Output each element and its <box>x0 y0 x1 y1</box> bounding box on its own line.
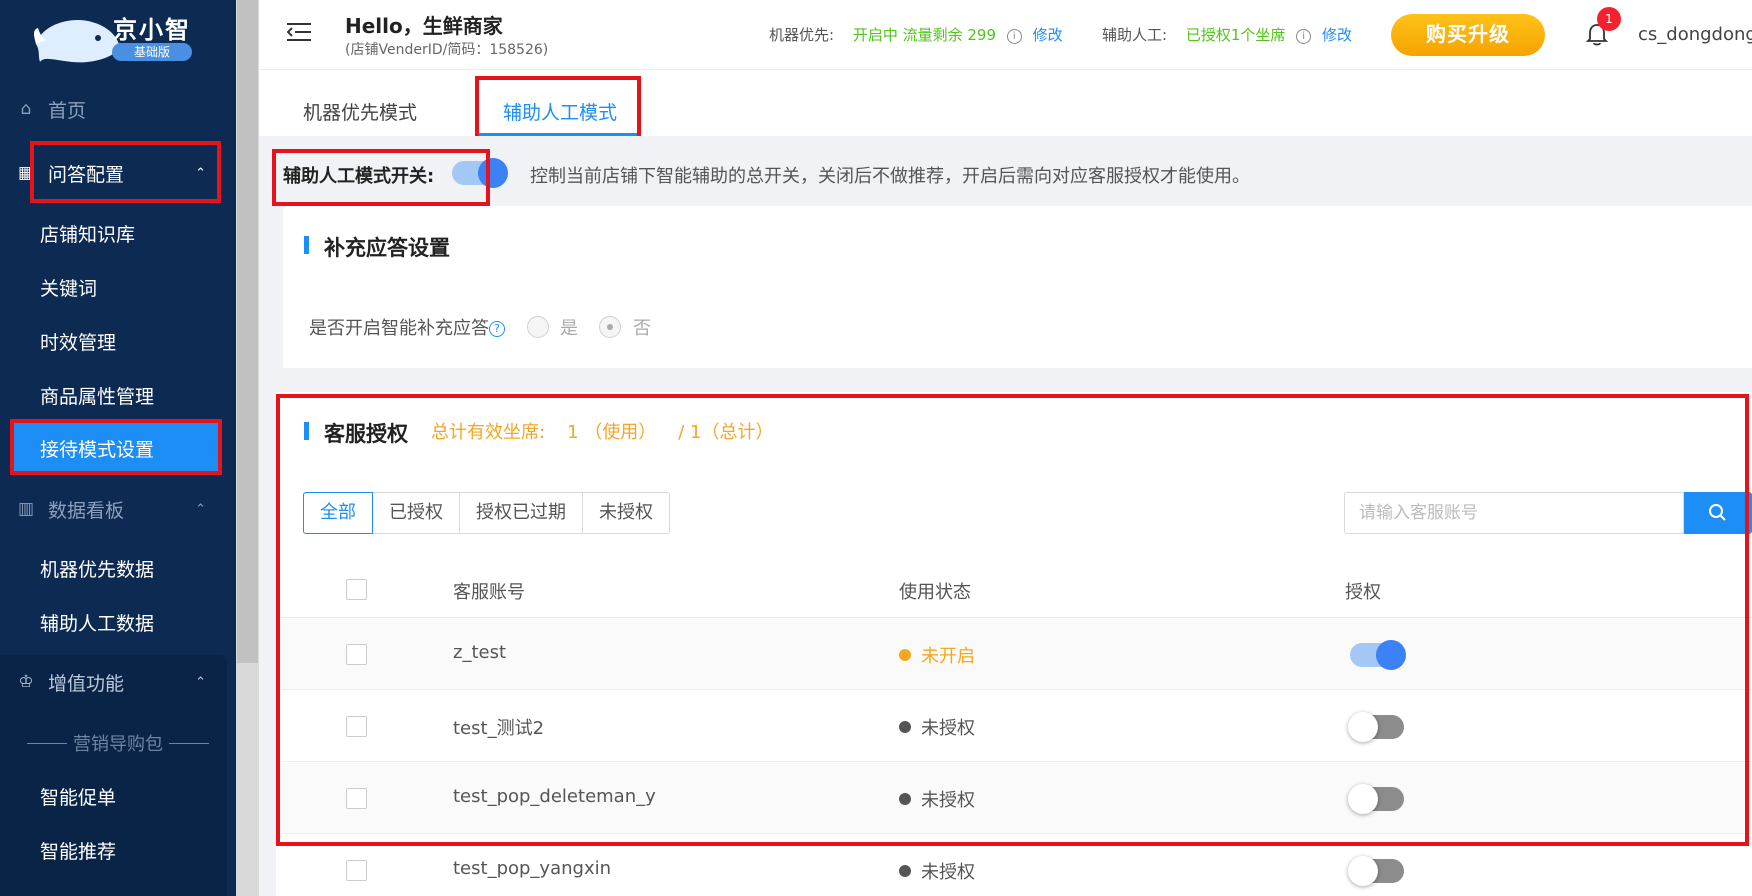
buy-upgrade-button[interactable]: 购买升级 <box>1391 14 1545 56</box>
supplement-section-title: 补充应答设置 <box>304 232 450 262</box>
home-icon: ⌂ <box>20 99 32 119</box>
highlight-box-switch <box>272 149 490 206</box>
sidebar-item-smart-promo[interactable]: 智能促单 <box>0 769 236 823</box>
row-checkbox[interactable] <box>346 860 367 881</box>
highlight-box-reception-mode <box>10 419 222 475</box>
usage-status: 未授权 <box>899 858 975 884</box>
nav-dashboard-label: 数据看板 <box>48 499 125 522</box>
filter-all[interactable]: 全部 <box>303 492 373 534</box>
mode-tabs: 机器优先模式 辅助人工模式 <box>259 70 1752 142</box>
info-icon[interactable]: i <box>1006 29 1022 44</box>
usage-status-text: 未授权 <box>921 862 975 883</box>
authorization-card: 客服授权 总计有效坐席: 1 （使用）/ 1（总计） 全部 已授权 授权已过期 未… <box>276 392 1752 896</box>
help-icon[interactable]: ? <box>489 321 505 337</box>
assist-edit-link[interactable]: 修改 <box>1322 26 1352 44</box>
nav-value-added-label: 增值功能 <box>48 672 125 695</box>
app-logo[interactable]: 京小智 基础版 <box>0 0 236 82</box>
marketing-group-title: 营销导购包 <box>0 730 236 756</box>
machine-priority-status: 机器优先: 开启中 流量剩余 299 i 修改 <box>769 24 1063 45</box>
brand-name: 京小智 <box>113 16 191 44</box>
sidebar-item-label: 商品属性管理 <box>40 385 155 408</box>
sidebar-scrollbar[interactable] <box>236 0 259 896</box>
sidebar-item-label: 关键词 <box>40 277 98 300</box>
sidebar-item-label: 时效管理 <box>40 331 117 354</box>
assist-label: 辅助人工: <box>1102 26 1168 44</box>
nav-home-label: 首页 <box>48 99 87 122</box>
menu-collapse-icon[interactable] <box>287 22 311 42</box>
greeting-title: Hello，生鲜商家 <box>345 14 503 38</box>
assist-status: 辅助人工: 已授权1个坐席 i 修改 <box>1102 24 1352 45</box>
bar-chart-icon: ▥ <box>17 499 35 519</box>
vender-info: (店铺VenderID/简码：158526) <box>345 42 549 58</box>
authorize-toggle[interactable] <box>1348 856 1404 886</box>
sidebar-item-keywords[interactable]: 关键词 <box>0 260 236 314</box>
assist-mode-switch-row: 辅助人工模式开关: 控制当前店铺下智能辅助的总开关，关闭后不做推荐，开启后需向对… <box>259 136 1752 206</box>
radio-yes[interactable] <box>527 316 549 338</box>
account-name: test_pop_yangxin <box>453 858 612 879</box>
chevron-up-icon: ⌃ <box>195 674 206 690</box>
nav-home[interactable]: ⌂ 首页 <box>0 82 236 136</box>
radio-no-label: 否 <box>633 318 651 339</box>
supplement-question-text: 是否开启智能补充应答 <box>309 318 489 339</box>
user-name[interactable]: cs_dongdong <box>1638 24 1752 45</box>
radio-no[interactable] <box>599 316 621 338</box>
sidebar-item-label: 辅助人工数据 <box>40 612 155 635</box>
machine-edit-link[interactable]: 修改 <box>1033 26 1063 44</box>
tab-machine-priority[interactable]: 机器优先模式 <box>303 98 417 125</box>
chevron-up-icon: ⌃ <box>195 501 206 517</box>
supplement-settings-card: 补充应答设置 是否开启智能补充应答? 是 否 <box>283 206 1752 368</box>
sidebar-item-knowledge-base[interactable]: 店铺知识库 <box>0 206 236 260</box>
toggle-knob <box>1348 856 1378 886</box>
sidebar-item-machine-data[interactable]: 机器优先数据 <box>0 541 236 595</box>
nav-dashboard[interactable]: ▥ 数据看板 ⌃ <box>0 482 236 536</box>
sidebar-item-label: 智能推荐 <box>40 840 117 863</box>
highlight-box-qa-config <box>30 141 221 203</box>
assist-value: 已授权1个坐席 <box>1185 26 1286 44</box>
highlight-box-authorization <box>276 394 1749 846</box>
status-dot-icon <box>899 865 911 877</box>
machine-priority-value: 开启中 流量剩余 299 <box>852 26 997 44</box>
notification-badge: 1 <box>1597 7 1621 31</box>
radio-yes-label: 是 <box>560 318 578 339</box>
edition-badge: 基础版 <box>112 43 192 61</box>
sidebar-item-assist-data[interactable]: 辅助人工数据 <box>0 595 236 649</box>
top-header: Hello，生鲜商家 (店铺VenderID/简码：158526) 机器优先: … <box>259 0 1752 70</box>
assist-mode-description: 控制当前店铺下智能辅助的总开关，关闭后不做推荐，开启后需向对应客服授权才能使用。 <box>530 166 1250 187</box>
sidebar-item-label: 智能促单 <box>40 786 117 809</box>
highlight-box-tab <box>475 76 641 142</box>
scrollbar-thumb[interactable] <box>237 0 258 663</box>
nav-value-added[interactable]: ♔ 增值功能 ⌃ <box>0 655 236 709</box>
whale-logo-icon <box>34 20 120 63</box>
sidebar-item-label: 店铺知识库 <box>40 223 136 246</box>
sidebar: 京小智 基础版 ⌂ 首页 ▦ 问答配置 ⌃ 店铺知识库 关键词 时效管理 商品属… <box>0 0 236 896</box>
crown-icon: ♔ <box>18 672 34 692</box>
sidebar-item-timeliness[interactable]: 时效管理 <box>0 314 236 368</box>
sidebar-item-smart-recommend[interactable]: 智能推荐 <box>0 823 236 877</box>
sidebar-item-product-attributes[interactable]: 商品属性管理 <box>0 368 236 422</box>
info-icon[interactable]: i <box>1296 29 1312 44</box>
sidebar-item-label: 机器优先数据 <box>40 558 155 581</box>
machine-priority-label: 机器优先: <box>769 26 835 44</box>
supplement-question: 是否开启智能补充应答? <box>309 314 505 340</box>
